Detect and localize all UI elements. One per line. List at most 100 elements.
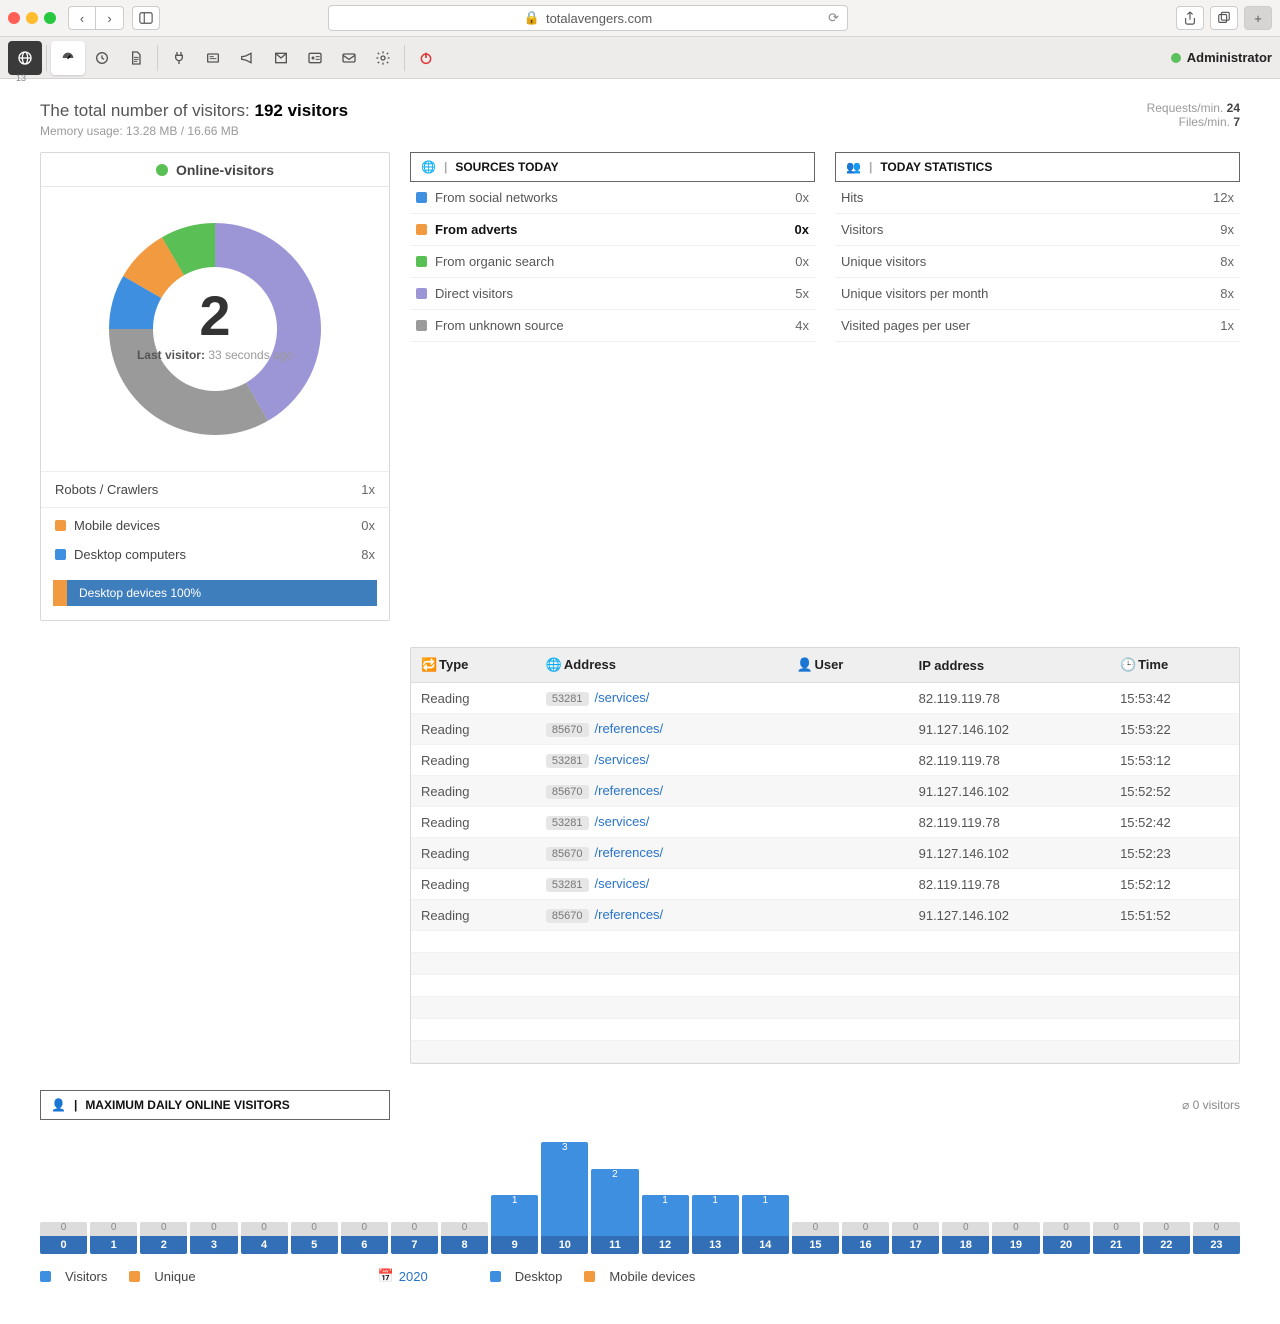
hour-bar[interactable]: 114 (742, 1195, 789, 1254)
table-row[interactable]: Reading85670/references/91.127.146.10215… (411, 714, 1239, 745)
hour-bar[interactable]: 00 (40, 1222, 87, 1254)
year-link[interactable]: 📅2020 (378, 1268, 428, 1284)
reload-icon[interactable]: ⟳ (828, 10, 839, 26)
history-tab[interactable] (85, 41, 119, 75)
live-icon (156, 164, 168, 176)
col-time[interactable]: 🕒Time (1110, 648, 1239, 683)
back-button[interactable]: ‹ (68, 6, 96, 30)
plugins-tab[interactable] (162, 41, 196, 75)
table-row[interactable]: Reading53281/services/82.119.119.7815:53… (411, 683, 1239, 714)
hour-bar[interactable]: 113 (692, 1195, 739, 1254)
hour-bar[interactable]: 017 (892, 1222, 939, 1254)
hour-bar[interactable]: 02 (140, 1222, 187, 1254)
hour-bar[interactable]: 01 (90, 1222, 137, 1254)
stats-header: 👥| TODAY STATISTICS (835, 152, 1240, 182)
settings-tab[interactable] (366, 41, 400, 75)
hour-bar[interactable]: 018 (942, 1222, 989, 1254)
contacts-tab[interactable] (298, 41, 332, 75)
footer-legend: Visitors Unique 📅2020 Desktop Mobile dev… (40, 1268, 1240, 1284)
url-text: totalavengers.com (546, 11, 652, 26)
stat-row: Unique visitors per month8x (835, 278, 1240, 310)
notification-count: 13 (16, 73, 26, 83)
hour-bar[interactable]: 023 (1193, 1222, 1240, 1254)
browser-chrome: ‹ › 🔒 totalavengers.com ⟳ + (0, 0, 1280, 37)
table-row[interactable]: Reading85670/references/91.127.146.10215… (411, 776, 1239, 807)
stat-row: Hits12x (835, 182, 1240, 214)
forward-button[interactable]: › (96, 6, 124, 30)
source-row[interactable]: Direct visitors5x (410, 278, 815, 310)
hour-bar[interactable]: 03 (190, 1222, 237, 1254)
col-address[interactable]: 🌐Address (536, 648, 787, 683)
page-title: The total number of visitors: 192 visito… (40, 101, 348, 121)
hour-bar[interactable]: 015 (792, 1222, 839, 1254)
online-status-icon (1171, 53, 1181, 63)
hour-bar[interactable]: 05 (291, 1222, 338, 1254)
hour-bar[interactable]: 022 (1143, 1222, 1190, 1254)
news-icon (205, 50, 221, 66)
window-controls (8, 12, 56, 24)
memory-usage: Memory usage: 13.28 MB / 16.66 MB (40, 124, 348, 138)
globe-icon: 🌐 (546, 657, 560, 673)
mail-tab[interactable] (332, 41, 366, 75)
max-daily-header: 👤| MAXIMUM DAILY ONLINE VISITORS (40, 1090, 390, 1120)
hourly-bar-chart: 0001020304050607081931021111211311401501… (40, 1134, 1240, 1254)
globe-icon (17, 50, 33, 66)
table-row[interactable]: Reading85670/references/91.127.146.10215… (411, 838, 1239, 869)
user-icon: 👤 (51, 1098, 66, 1112)
source-row[interactable]: From unknown source4x (410, 310, 815, 342)
source-row[interactable]: From adverts0x (410, 214, 815, 246)
rate-stats: Requests/min. 24 Files/min. 7 (1147, 101, 1240, 129)
gear-icon (375, 50, 391, 66)
share-icon (1183, 11, 1197, 25)
robots-row: Robots / Crawlers1x (41, 471, 389, 507)
table-row[interactable]: Reading85670/references/91.127.146.10215… (411, 900, 1239, 931)
close-window-icon[interactable] (8, 12, 20, 24)
contact-icon (307, 50, 323, 66)
user-icon: 👤 (796, 657, 810, 673)
col-ip[interactable]: IP address (909, 648, 1110, 683)
table-row[interactable]: Reading53281/services/82.119.119.7815:53… (411, 745, 1239, 776)
address-bar[interactable]: 🔒 totalavengers.com ⟳ (328, 5, 848, 31)
news-tab[interactable] (196, 41, 230, 75)
hour-bar[interactable]: 016 (842, 1222, 889, 1254)
app-logo-button[interactable]: 13 (8, 41, 42, 75)
hour-bar[interactable]: 112 (642, 1195, 689, 1254)
sources-panel: 🌐| SOURCES TODAY From social networks0xF… (410, 152, 815, 621)
source-row[interactable]: From organic search0x (410, 246, 815, 278)
lock-icon: 🔒 (524, 10, 540, 26)
logout-button[interactable] (409, 41, 443, 75)
plug-icon (171, 50, 187, 66)
hour-bar[interactable]: 020 (1043, 1222, 1090, 1254)
table-row[interactable]: Reading53281/services/82.119.119.7815:52… (411, 807, 1239, 838)
hour-bar[interactable]: 211 (591, 1169, 638, 1254)
share-button[interactable] (1176, 6, 1204, 30)
stat-row: Visited pages per user1x (835, 310, 1240, 342)
pages-tab[interactable] (119, 41, 153, 75)
hour-bar[interactable]: 310 (541, 1142, 588, 1254)
source-row[interactable]: From social networks0x (410, 182, 815, 214)
sidebar-toggle-button[interactable] (132, 6, 160, 30)
hour-bar[interactable]: 021 (1093, 1222, 1140, 1254)
new-tab-button[interactable]: + (1244, 6, 1272, 30)
hour-bar[interactable]: 19 (491, 1195, 538, 1254)
announce-tab[interactable] (230, 41, 264, 75)
minimize-window-icon[interactable] (26, 12, 38, 24)
fullscreen-window-icon[interactable] (44, 12, 56, 24)
inbox-tab[interactable] (264, 41, 298, 75)
col-user[interactable]: 👤User (786, 648, 908, 683)
hour-bar[interactable]: 04 (241, 1222, 288, 1254)
hour-bar[interactable]: 07 (391, 1222, 438, 1254)
app-toolbar: 13 Administrator (0, 37, 1280, 79)
hour-bar[interactable]: 08 (441, 1222, 488, 1254)
admin-badge[interactable]: Administrator (1171, 50, 1272, 65)
sources-header: 🌐| SOURCES TODAY (410, 152, 815, 182)
tabs-button[interactable] (1210, 6, 1238, 30)
dashboard-tab[interactable] (51, 41, 85, 75)
hour-bar[interactable]: 019 (992, 1222, 1039, 1254)
col-type[interactable]: 🔁Type (411, 648, 536, 683)
table-row[interactable]: Reading53281/services/82.119.119.7815:52… (411, 869, 1239, 900)
svg-text:Last visitor: 33 seconds ago: Last visitor: 33 seconds ago (137, 348, 293, 362)
hour-bar[interactable]: 06 (341, 1222, 388, 1254)
device-progress: Desktop devices 100% (53, 580, 377, 606)
tabs-icon (1217, 11, 1231, 25)
